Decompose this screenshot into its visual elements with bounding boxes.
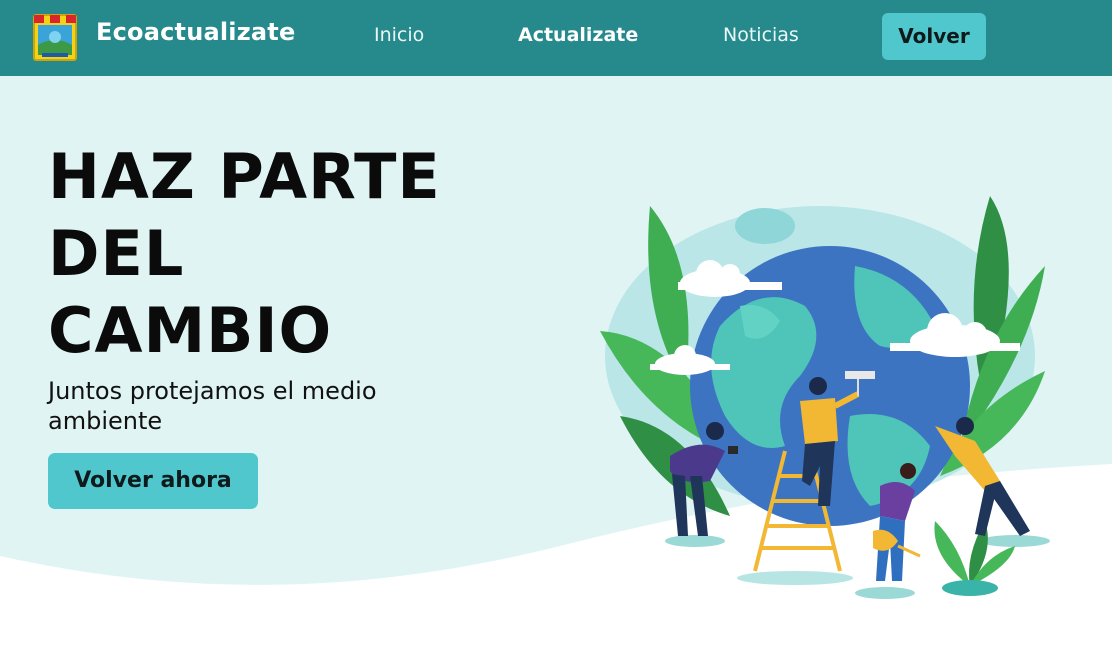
nav-link-noticias[interactable]: Noticias bbox=[723, 24, 799, 46]
hero-title-line: HAZ PARTE bbox=[48, 140, 441, 213]
volver-button[interactable]: Volver bbox=[882, 13, 986, 60]
people-caring-for-earth-illustration bbox=[600, 196, 1050, 599]
hero-subtitle: Juntos protejamos el medio ambiente bbox=[48, 377, 377, 435]
hero-title: HAZ PARTE DEL CAMBIO bbox=[48, 138, 441, 369]
volver-ahora-button[interactable]: Volver ahora bbox=[48, 453, 258, 509]
navbar: Ecoactualizate Inicio Actualizate Notici… bbox=[0, 0, 1112, 76]
nav-link-actualizate[interactable]: Actualizate bbox=[518, 24, 638, 46]
nav-link-inicio[interactable]: Inicio bbox=[374, 24, 424, 46]
brand-name[interactable]: Ecoactualizate bbox=[96, 18, 295, 46]
hero-title-line: DEL bbox=[48, 217, 185, 290]
municipal-shield-logo-icon[interactable] bbox=[32, 13, 78, 62]
hero-title-line: CAMBIO bbox=[48, 294, 333, 367]
hero-section: HAZ PARTE DEL CAMBIO Juntos protejamos e… bbox=[0, 76, 1112, 654]
